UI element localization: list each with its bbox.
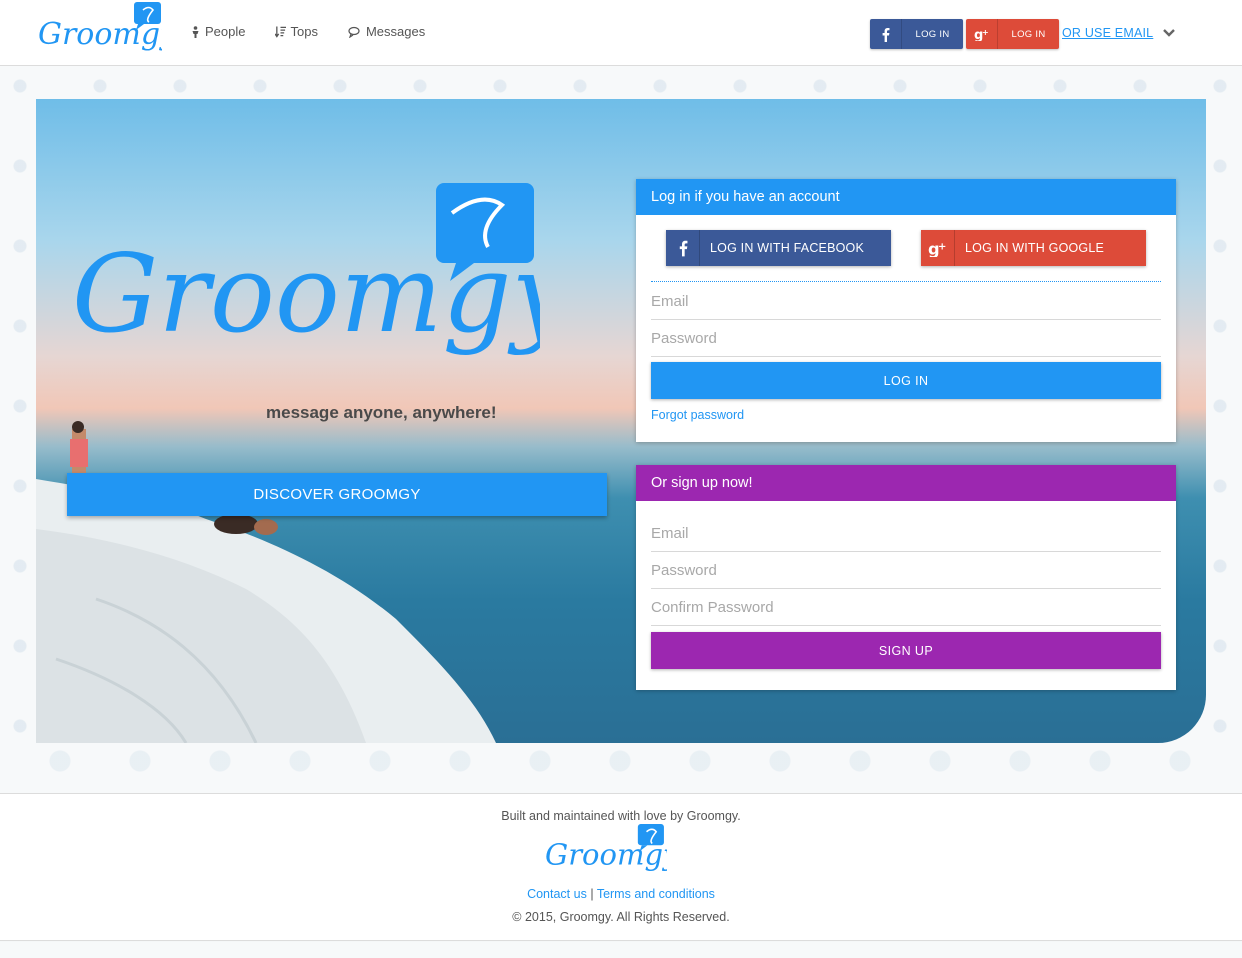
nav-messages-label: Messages [365,24,426,39]
forgot-password-link[interactable]: Forgot password [651,408,744,422]
signup-password-input[interactable] [651,552,1161,589]
nav-tops-label: Tops [290,24,318,39]
divider [651,281,1161,282]
signup-email-input[interactable] [651,515,1161,552]
signup-confirm-password-input[interactable] [651,589,1161,626]
header-facebook-login-button[interactable]: LOG IN [870,19,963,49]
login-with-facebook-button[interactable]: LOG IN WITH FACEBOOK [666,230,891,266]
login-email-input[interactable] [651,283,1161,320]
nav-people[interactable]: People [190,24,245,39]
social-login-row: LOG IN WITH FACEBOOK g + LOG IN WITH GOOG… [666,230,1146,266]
svg-text:+: + [982,28,989,37]
login-button[interactable]: LOG IN [651,362,1161,399]
facebook-icon [870,19,902,49]
nav-people-label: People [205,24,246,39]
svg-text:Groomgy: Groomgy [545,838,667,872]
hero-banner: Groomgy message anyone, anywhere! DISCOV… [36,99,1206,743]
svg-text:Groomgy: Groomgy [38,17,162,52]
page-bottom-strip [0,942,1242,958]
header-google-login-button[interactable]: g + LOG IN [966,19,1059,49]
discover-groomgy-button[interactable]: DISCOVER GROOMGY [67,473,607,516]
hero-groomgy-logo: Groomgy [72,183,540,357]
footer: Built and maintained with love by Groomg… [0,793,1242,941]
person-icon [192,25,199,38]
header-google-login-label: LOG IN [1011,28,1046,40]
footer-built-text: Built and maintained with love by Groomg… [501,809,741,823]
google-plus-icon: g + [921,230,955,266]
google-plus-icon: g + [966,19,998,49]
header-facebook-login-label: LOG IN [915,28,950,40]
contact-us-link[interactable]: Contact us [527,887,587,901]
terms-link[interactable]: Terms and conditions [597,887,715,901]
copyright-text: © 2015, Groomgy. All Rights Reserved. [512,910,730,924]
login-with-facebook-label: LOG IN WITH FACEBOOK [710,241,865,255]
svg-text:+: + [938,241,947,252]
footer-groomgy-logo: Groomgy [545,824,667,872]
signup-button[interactable]: SIGN UP [651,632,1161,669]
hero-tagline: message anyone, anywhere! [266,403,497,422]
login-card: Log in if you have an account LOG IN WIT… [636,179,1176,442]
svg-text:Groomgy: Groomgy [72,232,540,357]
nav-tops[interactable]: Tops [275,24,318,39]
nav-messages[interactable]: Messages [348,24,425,39]
groomgy-logo[interactable]: Groomgy [36,2,162,62]
login-with-google-button[interactable]: g + LOG IN WITH GOOGLE [921,230,1146,266]
use-email-link[interactable]: OR USE EMAIL [1062,26,1153,40]
facebook-icon [666,230,700,266]
footer-separator: | [590,887,594,901]
sort-icon [275,26,287,38]
main-nav: People Tops Messages [190,24,425,39]
signup-card-title: Or sign up now! [636,465,1176,501]
top-navbar: Groomgy People Tops Messages LOG IN g+ L… [0,0,1242,66]
chevron-down-icon[interactable] [1162,26,1176,40]
login-password-input[interactable] [651,320,1161,357]
chat-icon [348,26,360,38]
signup-card: Or sign up now! SIGN UP [636,465,1176,690]
login-with-google-label: LOG IN WITH GOOGLE [965,241,1105,255]
footer-links: Contact us | Terms and conditions [0,887,1242,901]
login-card-title: Log in if you have an account [636,179,1176,215]
